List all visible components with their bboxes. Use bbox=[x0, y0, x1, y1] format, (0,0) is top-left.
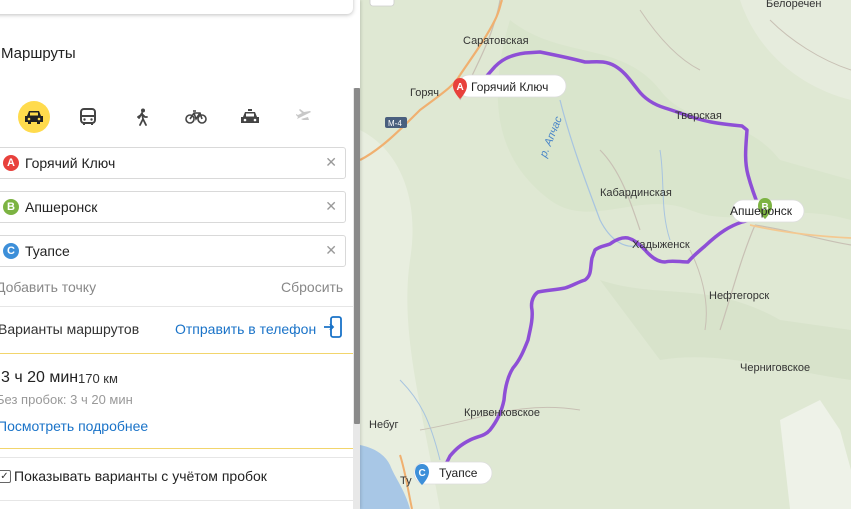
pin-letter: C bbox=[419, 468, 426, 479]
waypoint-b-badge: B bbox=[3, 199, 19, 215]
scrollbar-thumb[interactable] bbox=[354, 88, 360, 424]
mode-car-button[interactable] bbox=[18, 101, 50, 133]
waypoint-b-pin[interactable]: B Апшеронск bbox=[730, 198, 805, 223]
mode-plane-button[interactable] bbox=[288, 101, 320, 133]
waypoint-c-text[interactable]: Туапсе bbox=[25, 243, 70, 259]
phone-icon[interactable] bbox=[323, 316, 343, 340]
map-canvas[interactable]: М-4 Белоречен Саратовская Горяч Тверская… bbox=[360, 0, 851, 509]
route-option-card[interactable]: 3 ч 20 мин 170 км Без пробок: 3 ч 20 мин… bbox=[0, 353, 357, 449]
waypoint-a-badge: A bbox=[3, 155, 19, 171]
reset-link[interactable]: Сбросить bbox=[281, 279, 343, 295]
clear-icon[interactable]: ✕ bbox=[325, 154, 337, 171]
clear-icon[interactable]: ✕ bbox=[325, 198, 337, 215]
divider bbox=[0, 457, 353, 458]
road-shield-label: М-4 bbox=[388, 119, 402, 128]
taxi-icon bbox=[241, 109, 259, 123]
traffic-checkbox-label: Показывать варианты с учётом пробок bbox=[14, 468, 267, 484]
route-details-link[interactable]: Посмотреть подробнее bbox=[0, 418, 148, 434]
route-duration: 3 ч 20 мин bbox=[1, 369, 79, 386]
car-icon bbox=[25, 111, 43, 124]
town-label: Ту bbox=[400, 475, 412, 487]
waypoint-b-text[interactable]: Апшеронск bbox=[25, 199, 97, 215]
town-label: Черниговское bbox=[740, 362, 810, 374]
town-label: Белоречен bbox=[766, 0, 821, 10]
waypoint-c-field[interactable]: C Туапсе ✕ bbox=[0, 235, 346, 267]
divider bbox=[0, 306, 353, 307]
route-options-title: Варианты маршрутов bbox=[0, 321, 140, 337]
town-label: Хадыженск bbox=[632, 239, 690, 251]
waypoint-b-field[interactable]: B Апшеронск ✕ bbox=[0, 191, 346, 223]
waypoint-c-pin[interactable]: C Туапсе bbox=[413, 461, 493, 485]
town-label: Тверская bbox=[675, 110, 722, 122]
town-label: Кривенковское bbox=[464, 407, 540, 419]
pin-letter: A bbox=[457, 82, 464, 93]
town-label: Саратовская bbox=[463, 35, 529, 47]
bike-icon bbox=[185, 110, 207, 124]
mode-bike-button[interactable] bbox=[180, 101, 212, 133]
waypoint-a-pin[interactable]: A Горячий Ключ bbox=[453, 74, 567, 99]
divider bbox=[0, 500, 353, 501]
pin-label: Горячий Ключ bbox=[471, 80, 548, 94]
waypoint-a-field[interactable]: A Горячий Ключ ✕ bbox=[0, 147, 346, 179]
town-label: Горяч bbox=[410, 87, 439, 99]
mode-taxi-button[interactable] bbox=[234, 101, 266, 133]
waypoint-a-text[interactable]: Горячий Ключ bbox=[25, 155, 115, 171]
send-to-phone-link[interactable]: Отправить в телефон bbox=[175, 321, 316, 337]
pin-label: Апшеронск bbox=[730, 204, 793, 218]
route-distance: 170 км bbox=[78, 371, 118, 386]
town-label: Нефтегорск bbox=[709, 290, 769, 302]
pin-label: Туапсе bbox=[439, 466, 478, 480]
add-point-link[interactable]: Добавить точку bbox=[0, 279, 96, 295]
clear-icon[interactable]: ✕ bbox=[325, 242, 337, 259]
bus-icon bbox=[80, 108, 96, 125]
plane-icon bbox=[296, 109, 311, 120]
mode-walk-button[interactable] bbox=[126, 101, 158, 133]
map-control[interactable] bbox=[369, 0, 395, 7]
traffic-checkbox[interactable]: ✓ bbox=[0, 470, 11, 483]
mode-bus-button[interactable] bbox=[72, 101, 104, 133]
map-view[interactable]: М-4 Белоречен Саратовская Горяч Тверская… bbox=[360, 0, 851, 509]
town-label: Небуг bbox=[369, 419, 399, 431]
route-no-traffic-time: Без пробок: 3 ч 20 мин bbox=[0, 392, 133, 407]
panel-title: Маршруты bbox=[1, 45, 76, 62]
waypoint-c-badge: C bbox=[3, 243, 19, 259]
walk-icon bbox=[137, 108, 148, 126]
route-panel: Маршруты A Горячий Ключ ✕ B Апшеронск ✕ … bbox=[0, 0, 360, 509]
town-label: Кабардинская bbox=[600, 187, 672, 199]
top-search-bar[interactable] bbox=[0, 0, 353, 14]
